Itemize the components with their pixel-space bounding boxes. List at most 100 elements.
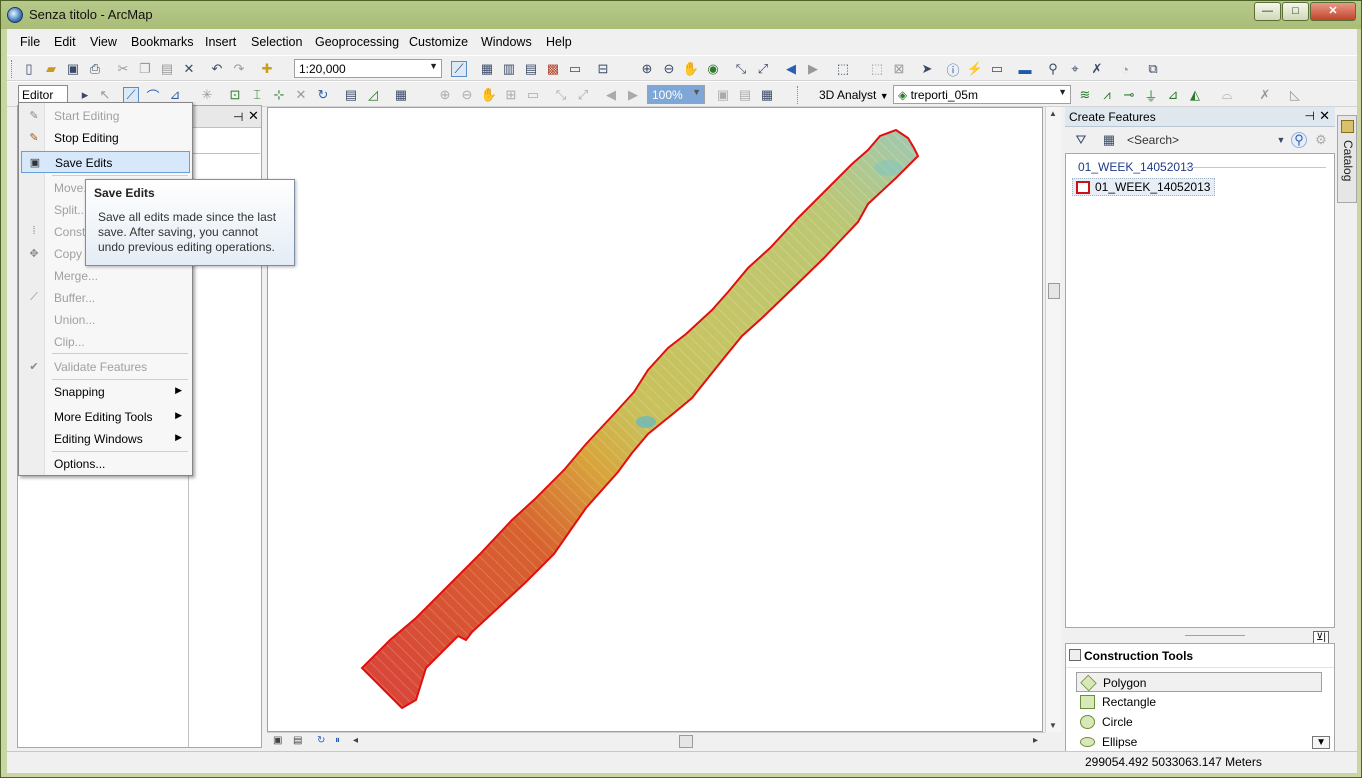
create-features-window-icon[interactable]: ▦ <box>393 87 409 103</box>
select-features-icon[interactable]: ⬚ <box>835 61 851 77</box>
split-tool-icon[interactable]: ✕ <box>293 87 309 103</box>
toolbar-grip[interactable] <box>797 86 800 104</box>
line-of-sight-icon[interactable]: ⊸ <box>1121 87 1137 103</box>
create-viewer-window-icon[interactable]: ⧉ <box>1145 61 1161 77</box>
clear-search-icon[interactable]: ⚙ <box>1313 132 1329 148</box>
save-icon[interactable]: ▣ <box>65 61 81 77</box>
minimize-button[interactable]: — <box>1254 2 1281 21</box>
nav-pan-icon[interactable]: ✋ <box>481 87 497 103</box>
map-scale-combo[interactable]: 1:20,000 ▼ <box>294 59 442 78</box>
catalog-window-icon[interactable]: ▥ <box>501 61 517 77</box>
trace-icon[interactable]: ⊿ <box>167 87 183 103</box>
go-back-icon[interactable]: ◀ <box>783 61 799 77</box>
organize-templates-icon[interactable]: ▦ <box>1101 132 1117 148</box>
map-vertical-scrollbar[interactable]: ▲ ▼ <box>1045 107 1061 732</box>
menu-save-edits[interactable]: ▣ Save Edits <box>21 151 190 173</box>
feature-template[interactable]: 01_WEEK_14052013 <box>1072 178 1216 196</box>
search-icon[interactable]: ⚲ <box>1291 132 1307 148</box>
3d-analyst-menu[interactable]: 3D Analyst ▼ <box>819 88 889 102</box>
python-window-icon[interactable]: ▭ <box>567 61 583 77</box>
nav-fixed-out-icon[interactable]: ⤢ <box>575 87 591 103</box>
paste-icon[interactable]: ▤ <box>159 61 175 77</box>
menu-selection[interactable]: Selection <box>251 35 302 49</box>
change-layout-icon[interactable]: ▦ <box>759 87 775 103</box>
copy-icon[interactable]: ❐ <box>137 61 153 77</box>
menu-snapping[interactable]: Snapping ▶ <box>21 381 190 403</box>
search-window-icon[interactable]: ▤ <box>523 61 539 77</box>
nav-full-extent-icon[interactable]: ⊞ <box>503 87 519 103</box>
menu-union[interactable]: Union... <box>21 309 190 331</box>
refresh-icon[interactable]: ↻ <box>317 735 325 746</box>
nav-zoom-out-icon[interactable]: ⊖ <box>459 87 475 103</box>
template-list[interactable]: 01_WEEK_14052013 01_WEEK_14052013 <box>1065 153 1335 628</box>
tool-rectangle[interactable]: Rectangle <box>1076 692 1322 712</box>
maximize-button[interactable]: □ <box>1282 2 1309 21</box>
point-icon[interactable]: ✳ <box>199 87 215 103</box>
menu-more-editing-tools[interactable]: More Editing Tools ▶ <box>21 406 190 428</box>
menu-options[interactable]: Options... <box>21 453 190 475</box>
interpolate-point-icon[interactable]: ⏚ <box>1143 87 1159 104</box>
redo-icon[interactable]: ↷ <box>231 61 247 77</box>
rotate-tool-icon[interactable]: ↻ <box>315 87 331 103</box>
tool-circle[interactable]: Circle <box>1076 712 1322 732</box>
menu-bookmarks[interactable]: Bookmarks <box>131 35 194 49</box>
pause-drawing-icon[interactable]: ⏸ <box>335 735 340 746</box>
pin-icon[interactable]: ⊣ <box>233 110 243 124</box>
straight-segment-icon[interactable]: ⟋ <box>123 87 139 103</box>
terrain-icon[interactable]: ◺ <box>1287 87 1303 103</box>
go-forward-icon[interactable]: ▶ <box>805 61 821 77</box>
menu-view[interactable]: View <box>90 35 117 49</box>
menu-start-editing[interactable]: ✎ Start Editing <box>21 105 190 127</box>
fixed-zoom-in-icon[interactable]: ⤡ <box>733 61 749 77</box>
fixed-zoom-out-icon[interactable]: ⤢ <box>755 61 771 77</box>
menu-file[interactable]: File <box>20 35 40 49</box>
profile-graph-icon[interactable]: ⌓ <box>1219 87 1235 103</box>
cut-icon[interactable]: ✂ <box>115 61 131 77</box>
map-display[interactable] <box>267 107 1043 732</box>
filter-icon[interactable]: ⛛ <box>1073 132 1089 148</box>
map-horizontal-scrollbar[interactable]: ▣ ▤ ↻ ⏸ ◂ ▸ <box>267 732 1045 750</box>
menu-edit[interactable]: Edit <box>54 35 76 49</box>
hscroll-thumb[interactable] <box>679 735 693 748</box>
scroll-left-icon[interactable]: ◂ <box>353 735 358 746</box>
interpolate-polygon-icon[interactable]: ◭ <box>1187 87 1203 103</box>
find-route-icon[interactable]: ⌖ <box>1067 61 1083 77</box>
scroll-up-icon[interactable]: ▲ <box>1049 109 1057 118</box>
select-elements-icon[interactable]: ➤ <box>919 61 935 77</box>
close-icon[interactable]: ✕ <box>1319 108 1330 124</box>
chevron-down-icon[interactable]: ▼ <box>1273 132 1289 148</box>
tool-ellipse[interactable]: Ellipse <box>1076 732 1322 752</box>
find-icon[interactable]: ⚲ <box>1045 61 1061 77</box>
undo-icon[interactable]: ↶ <box>209 61 225 77</box>
focus-frame-icon[interactable]: ▤ <box>737 87 753 103</box>
layout-view-icon[interactable]: ▤ <box>293 735 302 746</box>
edit-annotation-icon[interactable]: ↖ <box>97 87 113 103</box>
menu-windows[interactable]: Windows <box>481 35 532 49</box>
scroll-thumb[interactable] <box>1048 283 1060 299</box>
contour-icon[interactable]: ≋ <box>1077 87 1093 103</box>
html-popup-icon[interactable]: ▭ <box>989 61 1005 77</box>
toggle-draft-icon[interactable]: ▣ <box>715 87 731 103</box>
zoom-in-icon[interactable]: ⊕ <box>639 61 655 77</box>
map-canvas[interactable] <box>268 108 1044 733</box>
scroll-right-icon[interactable]: ▸ <box>1033 735 1038 746</box>
toolbar-grip[interactable] <box>11 60 14 78</box>
delete-icon[interactable]: ✕ <box>181 61 197 77</box>
menu-geoprocessing[interactable]: Geoprocessing <box>315 35 399 49</box>
panel-splitter[interactable]: ⊻| <box>1065 631 1335 644</box>
editor-toolbar-icon[interactable]: ⟋ <box>451 61 467 77</box>
menu-clip[interactable]: Clip... <box>21 331 190 353</box>
zoom-out-icon[interactable]: ⊖ <box>661 61 677 77</box>
cut-polygons-icon[interactable]: ⊹ <box>271 87 287 103</box>
layer-combo[interactable]: ◈ treporti_05m ▼ <box>893 85 1071 104</box>
menu-customize[interactable]: Customize <box>409 35 468 49</box>
steepest-path-icon[interactable]: ⩘ <box>1099 87 1115 103</box>
chevron-down-icon[interactable]: ▼ <box>1312 736 1330 749</box>
menu-help[interactable]: Help <box>546 35 572 49</box>
arctoolbox-icon[interactable]: ▩ <box>545 61 561 77</box>
clear-icon[interactable]: ⊠ <box>891 61 907 77</box>
catalog-tab[interactable]: Catalog <box>1337 115 1357 203</box>
nav-fixed-in-icon[interactable]: ⤡ <box>553 87 569 103</box>
menu-validate-features[interactable]: ✔ Validate Features <box>21 356 190 378</box>
measure-icon[interactable]: ▬ <box>1017 61 1033 77</box>
